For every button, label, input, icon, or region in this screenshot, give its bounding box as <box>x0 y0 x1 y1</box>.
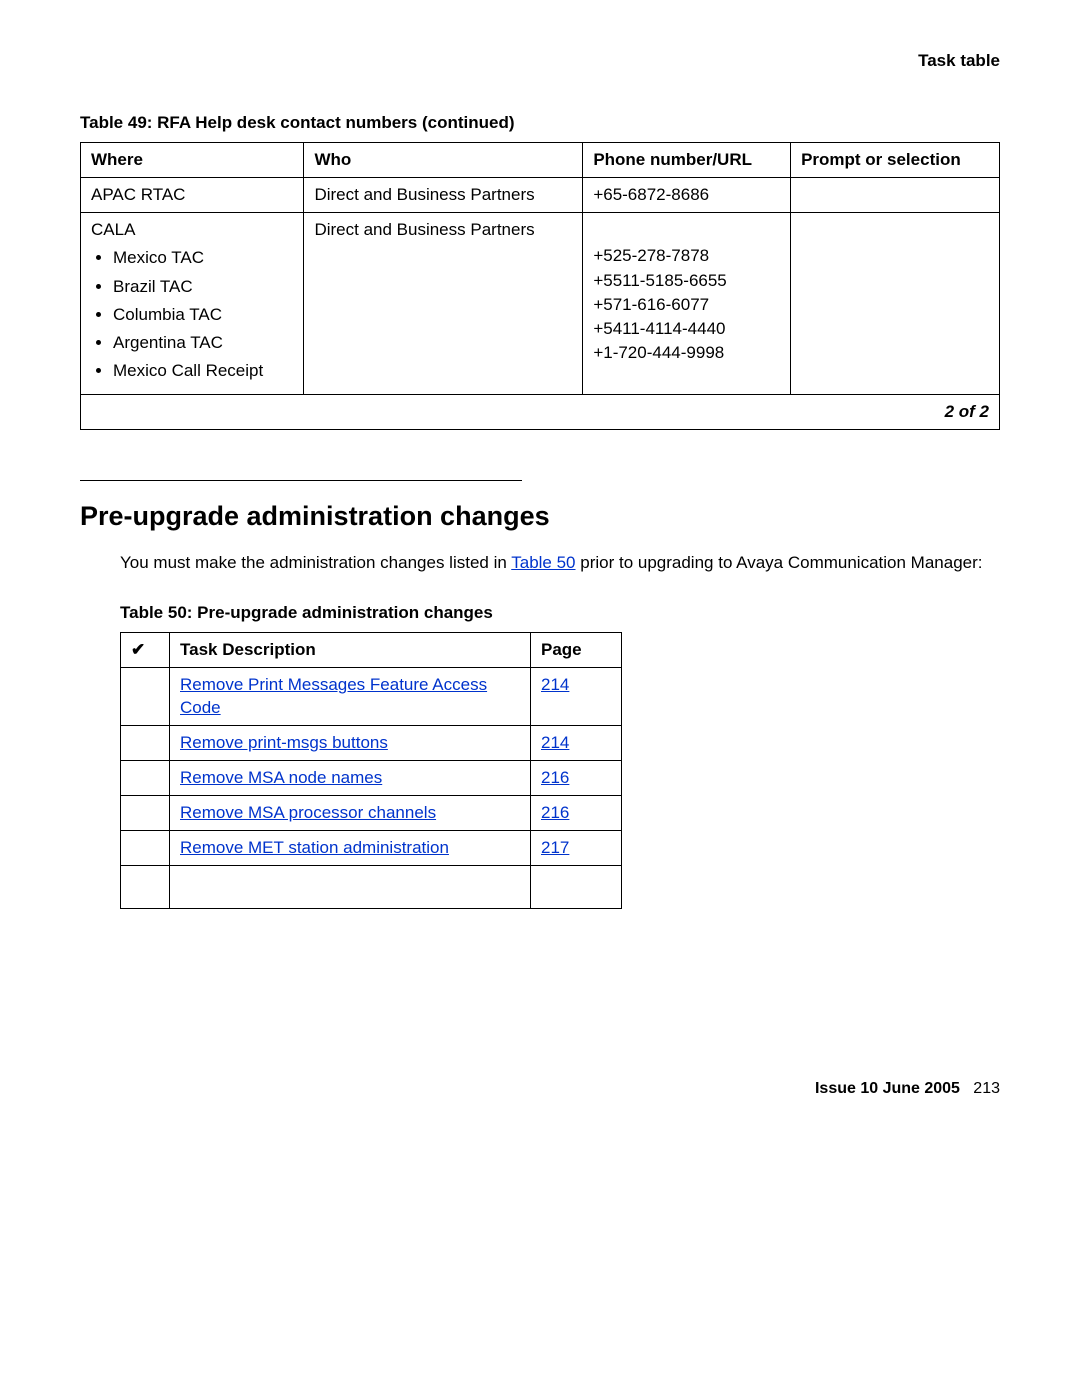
table50-caption: Table 50: Pre-upgrade administration cha… <box>120 602 1000 624</box>
desc-cell: Remove MSA processor channels <box>170 795 531 830</box>
desc-cell: Remove MET station administration <box>170 830 531 865</box>
cala-head: CALA <box>91 219 293 241</box>
desc-cell: Remove MSA node names <box>170 760 531 795</box>
task-link[interactable]: Remove MET station administration <box>180 838 449 857</box>
table-row: CALA Mexico TAC Brazil TAC Columbia TAC … <box>81 213 1000 395</box>
task-link[interactable]: Remove print-msgs buttons <box>180 733 388 752</box>
table-row: Remove Print Messages Feature Access Cod… <box>121 668 622 725</box>
page-cell: 216 <box>531 795 622 830</box>
task-link[interactable]: Remove MSA processor channels <box>180 803 436 822</box>
section-label: Task table <box>80 50 1000 72</box>
table49-col-who: Who <box>304 143 583 178</box>
list-item: Mexico Call Receipt <box>113 360 293 382</box>
page-link[interactable]: 216 <box>541 768 569 787</box>
cell-prompt <box>791 178 1000 213</box>
check-cell <box>121 668 170 725</box>
desc-cell: Remove Print Messages Feature Access Cod… <box>170 668 531 725</box>
phone-item: +571-616-6077 <box>593 294 780 316</box>
cell-who: Direct and Business Partners <box>304 178 583 213</box>
table49-pager-row: 2 of 2 <box>81 394 1000 429</box>
desc-cell <box>170 865 531 908</box>
page-link[interactable]: 217 <box>541 838 569 857</box>
cell-who: Direct and Business Partners <box>304 213 583 395</box>
section-title: Pre-upgrade administration changes <box>80 499 1000 534</box>
table-row: Remove MSA processor channels 216 <box>121 795 622 830</box>
footer-issue: Issue 10 June 2005 <box>815 1080 960 1097</box>
table-row <box>121 865 622 908</box>
table50-col-page: Page <box>531 633 622 668</box>
list-item: Argentina TAC <box>113 332 293 354</box>
table49-col-phone: Phone number/URL <box>583 143 791 178</box>
task-link[interactable]: Remove MSA node names <box>180 768 382 787</box>
phone-item: +5411-4114-4440 <box>593 318 780 340</box>
table49-caption: Table 49: RFA Help desk contact numbers … <box>80 112 1000 134</box>
desc-cell: Remove print-msgs buttons <box>170 725 531 760</box>
table-row: Remove print-msgs buttons 214 <box>121 725 622 760</box>
cell-where: CALA Mexico TAC Brazil TAC Columbia TAC … <box>81 213 304 395</box>
table49-col-where: Where <box>81 143 304 178</box>
table50-header-row: ✔ Task Description Page <box>121 633 622 668</box>
table-row: Remove MET station administration 217 <box>121 830 622 865</box>
check-cell <box>121 760 170 795</box>
cell-where: APAC RTAC <box>81 178 304 213</box>
table49-header-row: Where Who Phone number/URL Prompt or sel… <box>81 143 1000 178</box>
check-cell <box>121 795 170 830</box>
page-link[interactable]: 214 <box>541 675 569 694</box>
task-link[interactable]: Remove Print Messages Feature Access Cod… <box>180 675 487 716</box>
check-cell <box>121 830 170 865</box>
phone-item: +1-720-444-9998 <box>593 342 780 364</box>
footer-page: 213 <box>973 1080 1000 1097</box>
table50-col-check: ✔ <box>121 633 170 668</box>
table50-link[interactable]: Table 50 <box>511 553 575 572</box>
table-row: APAC RTAC Direct and Business Partners +… <box>81 178 1000 213</box>
section-rule <box>80 480 522 481</box>
phone-item <box>593 221 780 243</box>
page-cell: 217 <box>531 830 622 865</box>
table49-pager: 2 of 2 <box>81 394 1000 429</box>
cala-bullets: Mexico TAC Brazil TAC Columbia TAC Argen… <box>91 247 293 381</box>
table49: Where Who Phone number/URL Prompt or sel… <box>80 142 1000 430</box>
para-post: prior to upgrading to Avaya Communicatio… <box>576 553 983 572</box>
cell-phone: +65-6872-8686 <box>583 178 791 213</box>
page-footer: Issue 10 June 2005 213 <box>80 1079 1000 1100</box>
para-pre: You must make the administration changes… <box>120 553 511 572</box>
list-item: Brazil TAC <box>113 276 293 298</box>
check-cell <box>121 725 170 760</box>
page-cell: 214 <box>531 725 622 760</box>
page-link[interactable]: 216 <box>541 803 569 822</box>
page-cell <box>531 865 622 908</box>
table50: ✔ Task Description Page Remove Print Mes… <box>120 632 622 909</box>
intro-paragraph: You must make the administration changes… <box>120 552 1000 574</box>
list-item: Columbia TAC <box>113 304 293 326</box>
table-row: Remove MSA node names 216 <box>121 760 622 795</box>
cell-phone: +525-278-7878 +5511-5185-6655 +571-616-6… <box>583 213 791 395</box>
cell-prompt <box>791 213 1000 395</box>
phone-item: +5511-5185-6655 <box>593 270 780 292</box>
phone-item: +525-278-7878 <box>593 245 780 267</box>
check-cell <box>121 865 170 908</box>
page-cell: 214 <box>531 668 622 725</box>
table49-col-prompt: Prompt or selection <box>791 143 1000 178</box>
page-link[interactable]: 214 <box>541 733 569 752</box>
table50-col-desc: Task Description <box>170 633 531 668</box>
page-cell: 216 <box>531 760 622 795</box>
list-item: Mexico TAC <box>113 247 293 269</box>
